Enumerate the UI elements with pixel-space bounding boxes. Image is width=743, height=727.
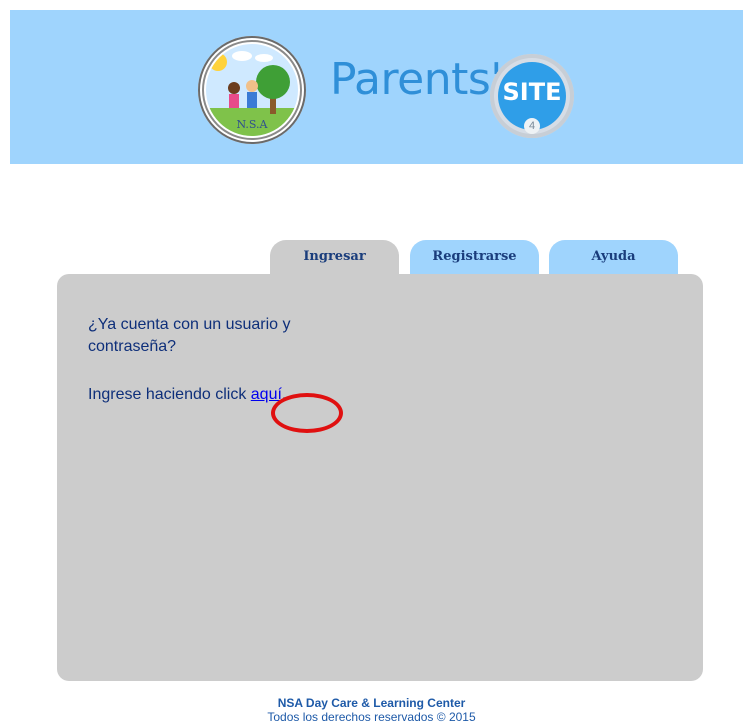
logo-text: N.S.A <box>236 118 268 131</box>
account-question: ¿Ya cuenta con un usuario y contraseña? <box>88 316 291 355</box>
nsa-logo: N.S.A <box>198 36 306 144</box>
tab-registrarse[interactable]: Registrarse <box>410 240 539 274</box>
nsa-logo-illustration: N.S.A <box>206 44 298 136</box>
footer-organization: NSA Day Care & Learning Center <box>277 696 466 710</box>
login-instruction: Ingrese haciendo click aquí. <box>88 384 286 406</box>
brand-title: Parents' <box>330 54 502 105</box>
tab-ingresar[interactable]: Ingresar <box>270 240 399 274</box>
login-suffix-text: . <box>281 386 287 403</box>
site-badge: SITE 4 <box>490 54 574 138</box>
login-link[interactable]: aquí <box>251 386 282 403</box>
sun-icon <box>209 53 227 71</box>
login-panel: ¿Ya cuenta con un usuario y contraseña? … <box>57 274 703 681</box>
footer-copyright: Todos los derechos reservados © 2015 <box>267 710 476 724</box>
site-badge-text: SITE <box>502 78 562 106</box>
tab-ayuda[interactable]: Ayuda <box>549 240 678 274</box>
tree-icon <box>256 65 290 99</box>
footer: NSA Day Care & Learning Center Todos los… <box>0 696 743 724</box>
login-prefix-text: Ingrese haciendo click <box>88 386 247 403</box>
header-banner: N.S.A Parents' SITE 4 <box>10 10 743 164</box>
site-badge-number: 4 <box>524 118 540 134</box>
